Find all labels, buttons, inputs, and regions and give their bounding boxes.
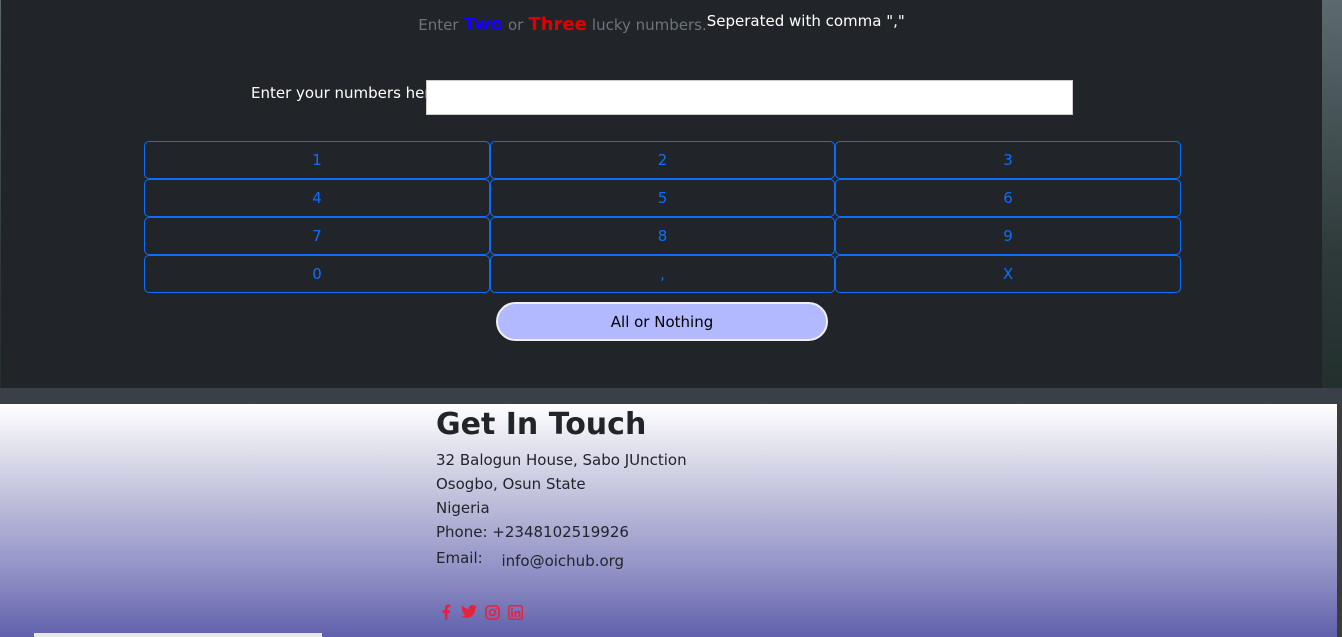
- social-links: [438, 604, 523, 620]
- key-4[interactable]: 4: [144, 179, 490, 217]
- page-edge: [1337, 404, 1342, 637]
- key-2[interactable]: 2: [490, 141, 835, 179]
- key-6[interactable]: 6: [835, 179, 1181, 217]
- instagram-icon[interactable]: [484, 604, 500, 620]
- key-3[interactable]: 3: [835, 141, 1181, 179]
- twitter-icon[interactable]: [461, 604, 477, 620]
- linkedin-icon[interactable]: [507, 604, 523, 620]
- address-country: Nigeria: [436, 499, 490, 517]
- instruction-separator-note: Seperated with comma ",": [706, 12, 905, 30]
- instruction-line: Enter Two or Three lucky numbers.Seperat…: [1, 12, 1322, 35]
- lottery-panel: Enter Two or Three lucky numbers.Seperat…: [1, 0, 1322, 388]
- instruction-three: Three: [528, 14, 587, 35]
- facebook-icon[interactable]: [438, 604, 454, 620]
- email-row: Email: info@oichub.org: [436, 546, 687, 570]
- key-9[interactable]: 9: [835, 217, 1181, 255]
- number-keypad: 1 2 3 4 5 6 7 8 9 0 , X: [144, 141, 1181, 293]
- instruction-two: Two: [463, 14, 503, 35]
- key-comma[interactable]: ,: [490, 255, 835, 293]
- footer-title: Get In Touch: [436, 407, 647, 442]
- numbers-input[interactable]: [426, 80, 1073, 115]
- horizontal-scrollbar[interactable]: [34, 633, 322, 637]
- key-5[interactable]: 5: [490, 179, 835, 217]
- numbers-input-label: Enter your numbers here: [251, 84, 440, 102]
- key-1[interactable]: 1: [144, 141, 490, 179]
- all-or-nothing-button[interactable]: All or Nothing: [496, 302, 828, 341]
- phone-line: Phone: +2348102519926: [436, 523, 629, 541]
- key-0[interactable]: 0: [144, 255, 490, 293]
- email-link[interactable]: info@oichub.org: [501, 549, 624, 573]
- key-7[interactable]: 7: [144, 217, 490, 255]
- footer: Get In Touch 32 Balogun House, Sabo JUnc…: [0, 404, 1337, 637]
- instruction-enter: Enter: [418, 16, 459, 34]
- address-line-1: 32 Balogun House, Sabo JUnction: [436, 451, 687, 469]
- key-8[interactable]: 8: [490, 217, 835, 255]
- contact-block: Get In Touch 32 Balogun House, Sabo JUnc…: [436, 407, 687, 570]
- instruction-or: or: [507, 16, 524, 34]
- address-line-2: Osogbo, Osun State: [436, 475, 586, 493]
- instruction-lucky: lucky numbers.: [591, 16, 707, 34]
- panel-divider: [0, 388, 1342, 404]
- key-clear[interactable]: X: [835, 255, 1181, 293]
- email-label: Email:: [436, 549, 483, 567]
